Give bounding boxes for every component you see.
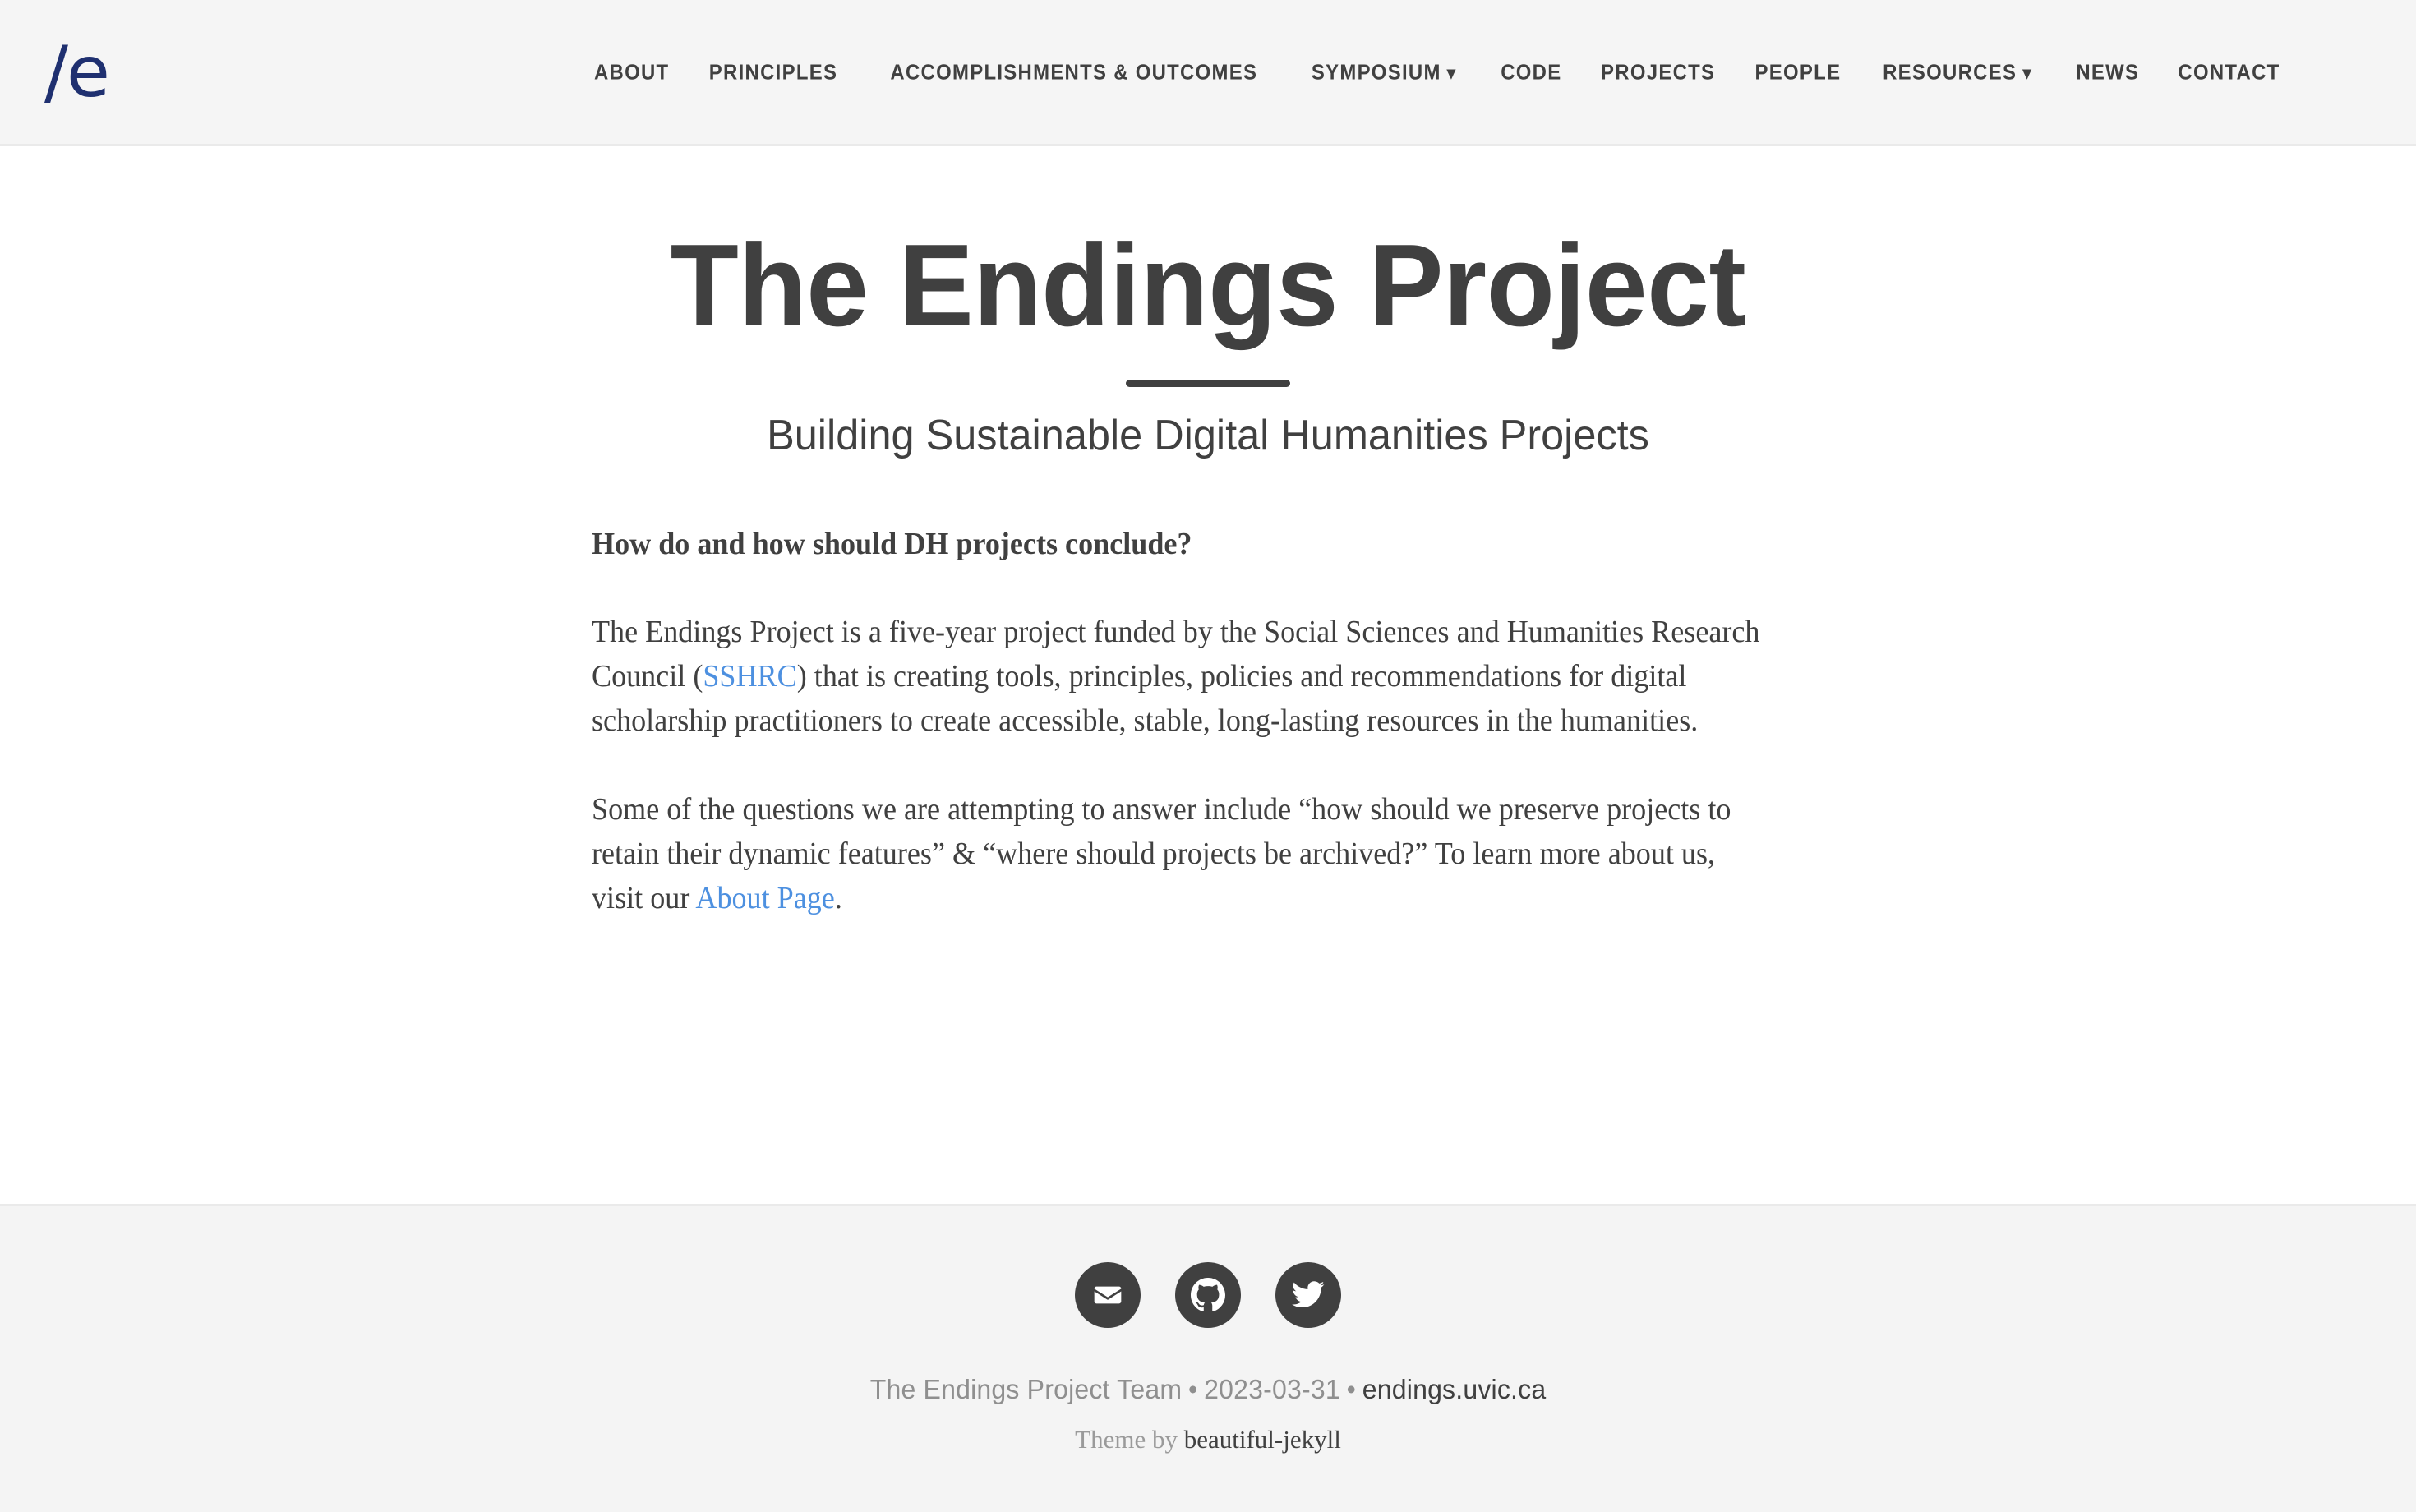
nav-list-item: CODE — [1482, 43, 1580, 101]
nav-list-item: ACCOMPLISHMENTS & OUTCOMES — [859, 43, 1289, 101]
main-content: The Endings Project Building Sustainable… — [0, 146, 2416, 1204]
nav-label: ABOUT — [593, 59, 670, 84]
nav-item-people[interactable]: PEOPLE — [1741, 43, 1856, 101]
twitter-icon — [1291, 1278, 1326, 1312]
footer-separator-1: • — [1187, 1374, 1198, 1404]
nav-label: CODE — [1501, 59, 1562, 84]
site-header: /e ABOUT PRINCIPLES ACCOMPLISHMENTS & OU… — [0, 0, 2416, 146]
nav-list-item: NEWS — [2058, 43, 2158, 101]
nav-label: PEOPLE — [1754, 59, 1842, 84]
page-subtitle: Building Sustainable Digital Humanities … — [767, 411, 1649, 459]
social-link-twitter[interactable] — [1275, 1262, 1341, 1328]
nav-label: SYMPOSIUM — [1311, 59, 1441, 84]
site-footer: The Endings Project Team • 2023-03-31 • endi… — [0, 1204, 2416, 1512]
nav-item-about[interactable]: ABOUT — [579, 43, 683, 101]
about-page-link[interactable]: About Page — [695, 881, 834, 915]
nav-label: RESOURCES — [1882, 59, 2017, 84]
nav-list-item: ABOUT — [575, 43, 688, 101]
hero-section: The Endings Project Building Sustainable… — [592, 225, 1824, 463]
envelope-icon — [1091, 1279, 1124, 1311]
chevron-down-icon: ▼ — [2018, 64, 2036, 83]
nav-item-code[interactable]: CODE — [1487, 43, 1576, 101]
footer-theme-prefix: Theme by — [1075, 1425, 1184, 1454]
title-divider — [1126, 379, 1290, 387]
chevron-down-icon: ▼ — [1443, 64, 1460, 83]
nav-item-resources[interactable]: RESOURCES ▼ — [1868, 43, 2049, 101]
nav-list-item: PROJECTS — [1580, 43, 1736, 101]
nav-list: ABOUT PRINCIPLES ACCOMPLISHMENTS & OUTCO… — [575, 43, 2383, 101]
nav-item-news[interactable]: NEWS — [2062, 43, 2154, 101]
social-link-email[interactable] — [1075, 1262, 1141, 1328]
nav-list-item: PRINCIPLES — [688, 43, 859, 101]
footer-date: 2023-03-31 — [1204, 1374, 1340, 1404]
footer-separator-2: • — [1346, 1374, 1356, 1404]
nav-item-contact[interactable]: CONTACT — [2164, 43, 2294, 101]
nav-label: NEWS — [2076, 59, 2140, 84]
nav-list-item: SYMPOSIUM ▼ — [1289, 43, 1482, 101]
nav-item-projects[interactable]: PROJECTS — [1586, 43, 1729, 101]
social-link-github[interactable] — [1175, 1262, 1241, 1328]
github-icon — [1191, 1278, 1225, 1312]
nav-list-item: CONTACT — [2158, 43, 2300, 101]
footer-credits: The Endings Project Team • 2023-03-31 • endi… — [860, 1374, 1556, 1454]
nav-label: CONTACT — [2178, 59, 2280, 84]
section-heading: How do and how should DH projects conclu… — [592, 527, 1192, 562]
footer-meta-line: The Endings Project Team • 2023-03-31 • endi… — [870, 1374, 1547, 1405]
nav-item-symposium[interactable]: SYMPOSIUM ▼ — [1297, 43, 1474, 101]
social-list-item — [1275, 1262, 1341, 1328]
paragraph-two: Some of the questions we are attempting … — [592, 787, 1763, 920]
social-list-item — [1175, 1262, 1241, 1328]
nav-item-principles[interactable]: PRINCIPLES — [695, 43, 852, 101]
nav-item-accomplishments-outcomes[interactable]: ACCOMPLISHMENTS & OUTCOMES — [876, 43, 1272, 101]
site-logo[interactable]: /e — [36, 32, 117, 113]
paragraph-one: The Endings Project is a five-year proje… — [592, 610, 1763, 743]
nav-list-item: PEOPLE — [1736, 43, 1860, 101]
nav-label: ACCOMPLISHMENTS & OUTCOMES — [890, 59, 1258, 84]
social-list-item — [1075, 1262, 1141, 1328]
nav-list-item: RESOURCES ▼ — [1860, 43, 2058, 101]
footer-theme-line: Theme by beautiful-jekyll — [860, 1425, 1556, 1454]
sshrc-link[interactable]: SSHRC — [703, 659, 796, 694]
page-root: /e ABOUT PRINCIPLES ACCOMPLISHMENTS & OU… — [0, 0, 2416, 1512]
footer-author: The Endings Project Team — [869, 1374, 1183, 1404]
nav-label: PRINCIPLES — [709, 59, 838, 84]
nav-label: PROJECTS — [1600, 59, 1715, 84]
footer-theme-link[interactable]: beautiful-jekyll — [1184, 1425, 1341, 1454]
paragraph-two-text-b: . — [834, 880, 842, 915]
page-title: The Endings Project — [670, 220, 1746, 351]
article-body: How do and how should DH projects conclu… — [592, 524, 1824, 920]
footer-site-url-link[interactable]: endings.uvic.ca — [1362, 1374, 1547, 1404]
social-links-list — [1075, 1262, 1341, 1328]
